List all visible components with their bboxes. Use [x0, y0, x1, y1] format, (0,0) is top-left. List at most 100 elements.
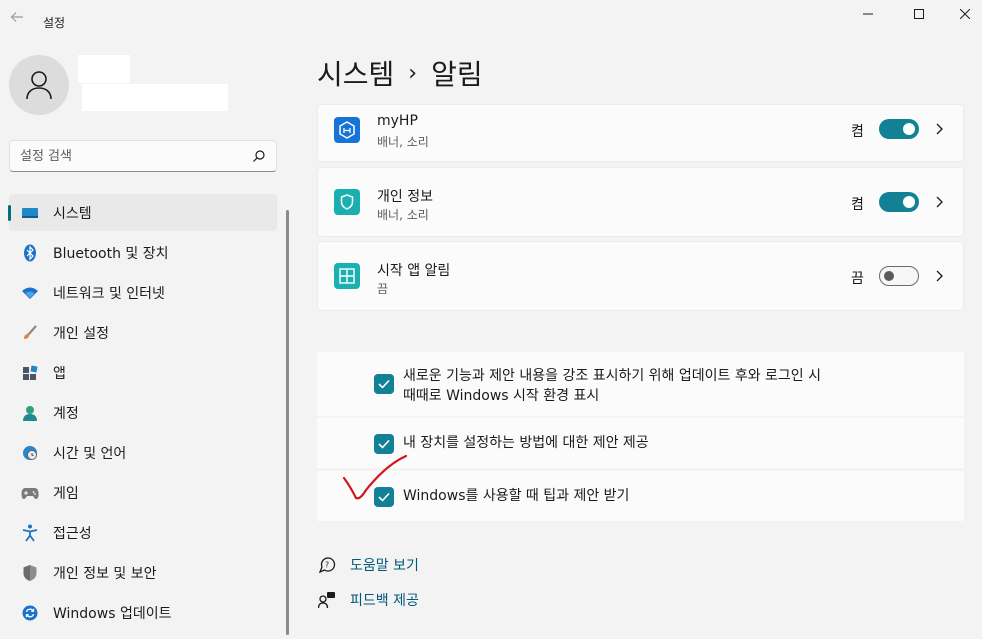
- sidebar-item-privacy-security[interactable]: 개인 정보 및 보안: [9, 554, 277, 591]
- breadcrumb: 시스템 › 알림: [317, 53, 483, 93]
- help-link-text[interactable]: 도움말 보기: [350, 555, 419, 575]
- toggle-state-label: 켬: [851, 124, 864, 140]
- sidebar-item-gaming[interactable]: 게임: [9, 474, 277, 511]
- checkbox[interactable]: [374, 434, 394, 454]
- sidebar-item-label: 네트워크 및 인터넷: [53, 285, 165, 302]
- minimize-icon: [863, 13, 873, 15]
- app-card-startup-apps[interactable]: 시작 앱 알림 끔 끔: [317, 241, 964, 311]
- profile-name-redacted: [78, 55, 130, 83]
- apps-icon: [21, 364, 39, 382]
- back-button[interactable]: [8, 10, 26, 30]
- privacy-shield-icon: [334, 189, 360, 215]
- app-name: 개인 정보: [377, 189, 433, 205]
- minimize-button[interactable]: [853, 4, 883, 24]
- wifi-icon: [21, 284, 39, 302]
- sidebar-item-accessibility[interactable]: 접근성: [9, 514, 277, 551]
- app-name: myHP: [377, 113, 418, 129]
- active-indicator: [8, 205, 11, 221]
- avatar[interactable]: [9, 55, 69, 115]
- startup-apps-icon: [334, 263, 360, 289]
- myhp-icon: [334, 117, 360, 143]
- monitor-icon: [21, 204, 39, 222]
- checkmark-icon: [378, 492, 390, 502]
- check-label-line: 때때로 Windows 시작 환경 표시: [403, 388, 600, 404]
- page-title: 알림: [431, 58, 483, 91]
- maximize-icon: [914, 9, 924, 19]
- sidebar-item-label: 접근성: [53, 525, 92, 542]
- notification-toggle[interactable]: [879, 192, 919, 212]
- sidebar-item-label: 시간 및 언어: [53, 445, 127, 462]
- search-input[interactable]: [20, 147, 240, 165]
- sidebar-item-windows-update[interactable]: Windows 업데이트: [9, 594, 277, 631]
- feedback-link[interactable]: 피드백 제공: [317, 589, 419, 611]
- feedback-link-text[interactable]: 피드백 제공: [350, 590, 419, 610]
- sidebar-item-label: 앱: [53, 365, 66, 382]
- app-subtitle: 끔: [377, 282, 389, 296]
- sidebar-item-label: Bluetooth 및 장치: [53, 245, 169, 262]
- sidebar-item-accounts[interactable]: 계정: [9, 394, 277, 431]
- sidebar-item-network[interactable]: 네트워크 및 인터넷: [9, 274, 277, 311]
- notification-toggle[interactable]: [879, 119, 919, 139]
- title-bar: 설정: [0, 0, 982, 46]
- toggle-state-label: 끔: [851, 271, 864, 287]
- check-label-line: 새로운 기능과 제안 내용을 강조 표시하기 위해 업데이트 후와 로그인 시: [403, 368, 822, 384]
- maximize-button[interactable]: [904, 4, 934, 24]
- bluetooth-icon: [21, 244, 39, 262]
- app-card-myhp[interactable]: myHP 배너, 소리 켬: [317, 104, 964, 162]
- sidebar-item-personalization[interactable]: 개인 설정: [9, 314, 277, 351]
- toggle-knob: [903, 123, 915, 135]
- arrow-left-icon: [10, 12, 23, 22]
- sidebar-scrollbar[interactable]: [286, 210, 289, 635]
- check-row-setup-suggestions[interactable]: 내 장치를 설정하는 방법에 대한 제안 제공: [317, 418, 964, 468]
- account-icon: [21, 404, 39, 422]
- search-icon[interactable]: [252, 149, 266, 163]
- sync-icon: [21, 604, 39, 622]
- help-icon: ?: [317, 555, 337, 575]
- breadcrumb-parent[interactable]: 시스템: [317, 53, 394, 93]
- chevron-right-icon[interactable]: [932, 269, 946, 283]
- app-name: 시작 앱 알림: [377, 263, 451, 279]
- breadcrumb-separator: ›: [408, 60, 418, 86]
- check-row-tips-suggestions[interactable]: Windows를 사용할 때 팁과 제안 받기: [317, 471, 964, 521]
- check-label: 내 장치를 설정하는 방법에 대한 제안 제공: [403, 435, 649, 451]
- sidebar-item-label: 게임: [53, 485, 79, 502]
- checkmark-icon: [378, 379, 390, 389]
- checkmark-icon: [378, 439, 390, 449]
- check-row-welcome-experience[interactable]: 새로운 기능과 제안 내용을 강조 표시하기 위해 업데이트 후와 로그인 시 …: [317, 352, 964, 416]
- checkbox[interactable]: [374, 374, 394, 394]
- gamepad-icon: [21, 484, 39, 502]
- person-icon: [26, 71, 52, 100]
- svg-text:?: ?: [325, 561, 329, 570]
- sidebar-item-apps[interactable]: 앱: [9, 354, 277, 391]
- notification-toggle[interactable]: [879, 266, 919, 286]
- chevron-right-icon[interactable]: [932, 195, 946, 209]
- sidebar-item-label: 개인 정보 및 보안: [53, 565, 157, 582]
- check-label: 새로운 기능과 제안 내용을 강조 표시하기 위해 업데이트 후와 로그인 시 …: [403, 366, 821, 406]
- app-title: 설정: [43, 16, 66, 30]
- toggle-knob: [903, 196, 915, 208]
- app-card-privacy[interactable]: 개인 정보 배너, 소리 켬: [317, 167, 964, 237]
- sidebar-item-system[interactable]: 시스템: [8, 194, 277, 231]
- close-button[interactable]: [950, 4, 980, 24]
- toggle-state-label: 켬: [851, 197, 864, 213]
- sidebar-item-bluetooth[interactable]: Bluetooth 및 장치: [9, 234, 277, 271]
- sidebar-item-label: 계정: [53, 405, 79, 422]
- search-box[interactable]: [9, 140, 277, 172]
- sidebar-item-label: 시스템: [53, 205, 92, 222]
- sidebar-item-label: Windows 업데이트: [53, 605, 172, 622]
- sidebar-item-time-language[interactable]: 시간 및 언어: [9, 434, 277, 471]
- sidebar-nav: 시스템 Bluetooth 및 장치 네트워크 및 인터넷 개인 설정 앱 계정: [8, 194, 277, 634]
- profile-email-redacted: [82, 84, 228, 111]
- checkbox[interactable]: [374, 487, 394, 507]
- help-link[interactable]: ? 도움말 보기: [317, 554, 419, 576]
- brush-icon: [21, 324, 39, 342]
- sidebar-item-label: 개인 설정: [53, 325, 109, 342]
- shield-icon: [21, 564, 39, 582]
- check-label: Windows를 사용할 때 팁과 제안 받기: [403, 488, 630, 504]
- app-subtitle: 배너, 소리: [377, 208, 429, 222]
- toggle-knob: [884, 271, 894, 281]
- app-subtitle: 배너, 소리: [377, 135, 429, 149]
- feedback-icon: [317, 590, 337, 610]
- chevron-right-icon[interactable]: [932, 122, 946, 136]
- globe-clock-icon: [21, 444, 39, 462]
